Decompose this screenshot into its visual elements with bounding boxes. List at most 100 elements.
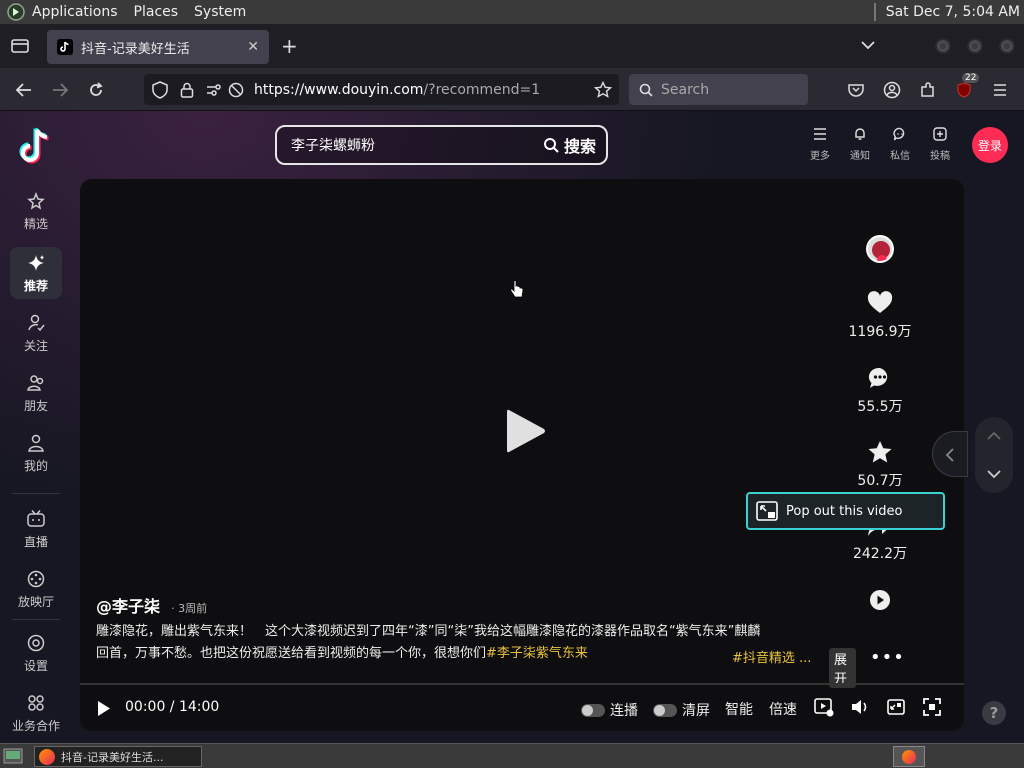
applications-menu[interactable]: Applications xyxy=(32,4,118,20)
heart-icon[interactable] xyxy=(867,291,893,315)
comment-action[interactable]: 55.5万 xyxy=(840,366,920,416)
watch-later-icon[interactable] xyxy=(814,697,834,717)
expand-description-button[interactable]: 展开 xyxy=(829,648,856,688)
sidebar-item-label: 放映厅 xyxy=(17,595,54,609)
system-menu[interactable]: System xyxy=(194,4,246,20)
pop-out-video-button[interactable]: Pop out this video xyxy=(746,492,945,530)
lock-icon[interactable] xyxy=(180,82,194,98)
douyin-search-box[interactable]: 李子柒螺蛳粉 搜索 xyxy=(275,125,608,165)
hashtag-link[interactable]: #李子柒紫气东来 xyxy=(486,646,588,661)
sidebar-item-friends[interactable]: 朋友 xyxy=(10,367,62,419)
search-button-label: 搜索 xyxy=(563,137,596,156)
pocket-button[interactable] xyxy=(845,79,867,101)
star-icon[interactable] xyxy=(867,440,893,464)
gnome-top-panel: Applications Places System Sat Dec 7, 5:… xyxy=(0,0,1024,24)
sidebar-item-business[interactable]: 业务合作 xyxy=(6,687,66,739)
douyin-logo-icon[interactable] xyxy=(18,127,52,165)
window-close-button[interactable] xyxy=(999,38,1015,54)
tab-list-chevron-icon[interactable] xyxy=(861,40,875,50)
cinema-icon xyxy=(27,570,45,588)
douyin-search-input[interactable]: 李子柒螺蛳粉 xyxy=(291,135,375,155)
tab-overview-icon[interactable] xyxy=(11,38,29,54)
blocked-autoplay-icon[interactable] xyxy=(228,82,244,98)
previous-video-chevron-up-icon[interactable] xyxy=(987,431,1001,441)
sidebar-item-recommend[interactable]: 推荐 xyxy=(10,247,62,299)
sidebar-item-live[interactable]: 直播 xyxy=(10,503,62,555)
login-button[interactable]: 登录 xyxy=(972,127,1008,163)
author-avatar[interactable] xyxy=(866,235,894,263)
chat-bubble-icon xyxy=(893,127,905,141)
volume-icon[interactable] xyxy=(850,697,870,717)
forward-button[interactable] xyxy=(49,79,71,101)
sidebar-item-following[interactable]: 关注 xyxy=(10,307,62,359)
tracking-shield-icon[interactable] xyxy=(152,80,168,99)
sidebar-item-cinema[interactable]: 放映厅 xyxy=(10,563,62,615)
mouse-hand-cursor-icon xyxy=(510,280,524,298)
url-bar[interactable]: https://www.douyin.com/?recommend=1 xyxy=(144,74,619,105)
comment-icon[interactable] xyxy=(868,366,892,390)
top-action-upload[interactable]: 投稿 xyxy=(922,127,958,162)
tab-close-icon[interactable]: ✕ xyxy=(247,39,259,55)
toggle-label: 清屏 xyxy=(682,703,710,719)
like-count: 1196.9万 xyxy=(848,324,912,340)
window-minimize-button[interactable] xyxy=(935,38,951,54)
menu-hamburger-icon[interactable] xyxy=(989,79,1011,101)
like-action[interactable]: 1196.9万 xyxy=(840,291,920,341)
quality-button[interactable]: 智能 xyxy=(725,699,753,719)
url-text: https://www.douyin.com/?recommend=1 xyxy=(254,82,540,98)
author-handle[interactable]: @李子柒 xyxy=(96,593,160,617)
mini-player-icon[interactable] xyxy=(886,697,906,717)
toggle-switch[interactable] xyxy=(581,703,605,717)
sidebar-item-me[interactable]: 我的 xyxy=(10,427,62,479)
top-action-notifications[interactable]: 通知 xyxy=(842,127,878,162)
ublock-extension-icon[interactable]: 22 xyxy=(953,73,980,101)
new-tab-button[interactable]: + xyxy=(281,34,298,58)
window-maximize-button[interactable] xyxy=(967,38,983,54)
account-button[interactable] xyxy=(881,79,903,101)
workspace-switcher[interactable] xyxy=(893,746,925,767)
bookmark-star-icon[interactable] xyxy=(594,80,612,99)
more-options-icon[interactable]: ••• xyxy=(870,647,905,668)
play-overlay-icon[interactable] xyxy=(505,407,547,455)
douyin-search-button[interactable]: 搜索 xyxy=(543,133,596,157)
permissions-icon[interactable] xyxy=(206,83,224,97)
top-action-more[interactable]: 更多 xyxy=(802,127,838,162)
taskbar-window-title: 抖音-记录美好生活... xyxy=(61,750,164,764)
next-video-chevron-down-icon[interactable] xyxy=(987,469,1001,479)
sidebar-item-label: 关注 xyxy=(23,339,48,353)
extension-badge: 22 xyxy=(962,73,980,83)
autoplay-toggle[interactable]: 连播 xyxy=(581,700,638,720)
playback-time: 00:00 / 14:00 xyxy=(125,699,220,715)
video-player[interactable]: 1196.9万 55.5万 50.7万 242.2万 Pop out this … xyxy=(80,179,964,731)
sidebar-item-featured[interactable]: 精选 xyxy=(10,185,62,237)
speed-button[interactable]: 倍速 xyxy=(769,699,797,719)
browser-nav-bar: https://www.douyin.com/?recommend=1 Sear… xyxy=(0,68,1024,111)
url-host: https://www.douyin.com xyxy=(254,81,424,98)
toggle-switch[interactable] xyxy=(653,703,677,717)
sidebar-divider xyxy=(12,619,60,620)
extensions-button[interactable] xyxy=(917,79,939,101)
browser-tab-active[interactable]: 抖音-记录美好生活 ✕ xyxy=(47,30,269,64)
help-question-icon[interactable]: ? xyxy=(982,701,1006,725)
fullscreen-icon[interactable] xyxy=(922,697,942,717)
back-button[interactable] xyxy=(13,79,35,101)
top-action-label: 通知 xyxy=(850,151,870,162)
youtube-play-icon[interactable] xyxy=(868,589,892,611)
clear-screen-toggle[interactable]: 清屏 xyxy=(653,700,710,720)
sparkle-icon xyxy=(28,255,44,271)
panel-clock-area: Sat Dec 7, 5:04 AM xyxy=(873,3,1020,21)
show-desktop-icon[interactable] xyxy=(3,748,23,764)
hashtag-link[interactable]: #抖音精选 ... xyxy=(732,647,811,666)
taskbar-window-button[interactable]: 抖音-记录美好生活... xyxy=(34,746,202,767)
douyin-page: 李子柒螺蛳粉 搜索 更多 通知 私信 投稿 登录 精选 推荐 关注 朋友 我的 … xyxy=(0,111,1024,743)
web-search-bar[interactable]: Search xyxy=(629,74,808,105)
places-menu[interactable]: Places xyxy=(134,4,179,20)
reload-button[interactable] xyxy=(85,79,107,101)
sidebar-item-label: 直播 xyxy=(23,535,48,549)
top-action-messages[interactable]: 私信 xyxy=(882,127,918,162)
sidebar-item-settings[interactable]: 设置 xyxy=(10,627,62,679)
favorite-action[interactable]: 50.7万 xyxy=(840,440,920,490)
follow-plus-icon[interactable] xyxy=(877,255,887,261)
panel-clock[interactable]: Sat Dec 7, 5:04 AM xyxy=(886,4,1020,20)
play-icon[interactable] xyxy=(97,700,111,717)
